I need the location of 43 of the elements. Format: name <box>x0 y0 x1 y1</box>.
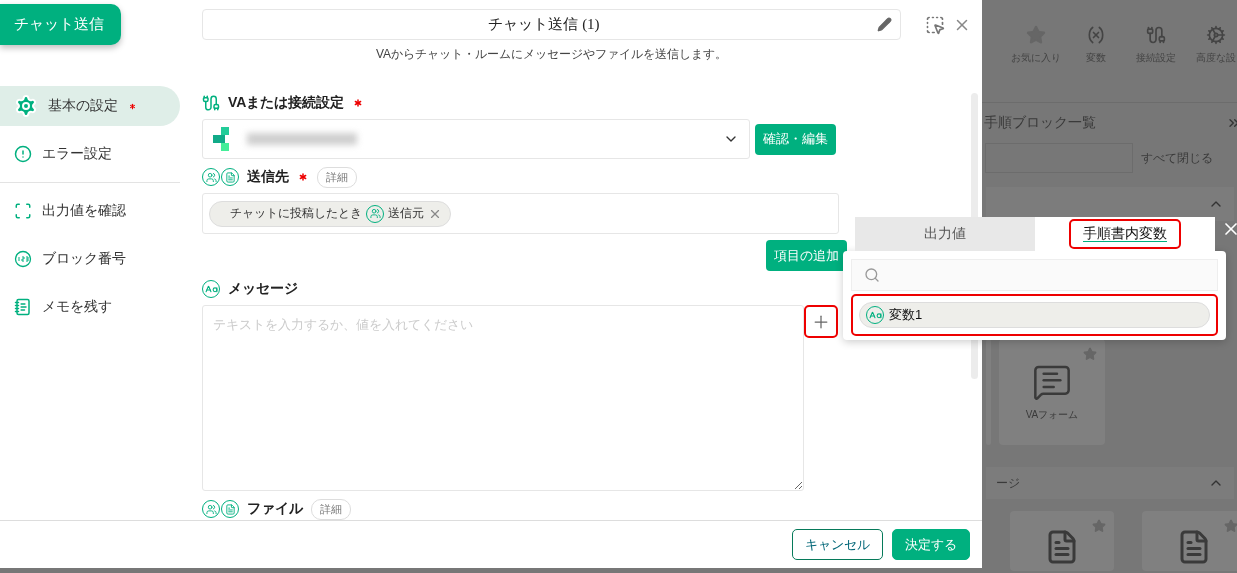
search-field[interactable] <box>851 259 1218 291</box>
detail-button[interactable]: 詳細 <box>317 166 357 188</box>
popup-tab[interactable]: 手順書内変数 <box>1035 217 1215 251</box>
recipient-field[interactable]: チャットに投稿したとき 送信元 <box>202 193 839 234</box>
section-label: 送信先 <box>247 168 289 186</box>
star-icon <box>1083 347 1097 361</box>
insert-value-button[interactable] <box>804 305 838 338</box>
section-label: VAまたは接続設定 <box>228 94 345 112</box>
gears-icon <box>1206 25 1226 45</box>
section-label: メッセージ <box>228 280 298 298</box>
gear-icon <box>14 94 38 118</box>
detail-button[interactable]: 詳細 <box>311 498 351 520</box>
sidebar-item[interactable]: メモを残す <box>0 287 180 327</box>
variable-icon <box>1086 25 1106 45</box>
alert-icon <box>14 145 32 163</box>
chip-tag: 送信元 <box>388 205 424 222</box>
sidebar-item[interactable]: 基本の設定 <box>0 86 180 126</box>
chip-text: チャットに投稿したとき <box>230 205 362 222</box>
title-field[interactable]: チャット送信 (1) <box>202 9 901 40</box>
plug-icon <box>202 94 220 112</box>
block-card[interactable] <box>1142 511 1237 571</box>
recipient-chip[interactable]: チャットに投稿したとき 送信元 <box>209 200 451 227</box>
tab-label: 出力値 <box>923 224 967 243</box>
variable-item[interactable]: 変数1 <box>859 302 1210 328</box>
block-card[interactable] <box>1010 511 1114 571</box>
tab-label: 手順書内変数 <box>1069 219 1181 249</box>
block-title: チャット送信 (1) <box>487 15 601 34</box>
description: VAからチャット・ルームにメッセージやファイルを送信します。 <box>374 46 729 63</box>
plug-icon <box>1146 25 1166 45</box>
memo-icon <box>14 298 32 316</box>
star-icon <box>1224 519 1237 533</box>
footer-button[interactable]: キャンセル <box>792 529 883 560</box>
star-icon <box>1092 519 1106 533</box>
number-badge-icon <box>14 250 32 268</box>
sidebar-item[interactable]: エラー設定 <box>0 134 180 174</box>
popup-tab[interactable]: 出力値 <box>855 217 1035 251</box>
select-area-icon[interactable] <box>925 14 945 35</box>
section-label: ファイル <box>247 500 303 518</box>
brackets-icon <box>14 202 32 220</box>
sidebar-item[interactable]: 出力値を確認 <box>0 191 180 231</box>
search-icon <box>864 267 880 283</box>
sidebar-item[interactable]: ブロック番号 <box>0 239 180 279</box>
pencil-icon[interactable] <box>877 17 892 32</box>
